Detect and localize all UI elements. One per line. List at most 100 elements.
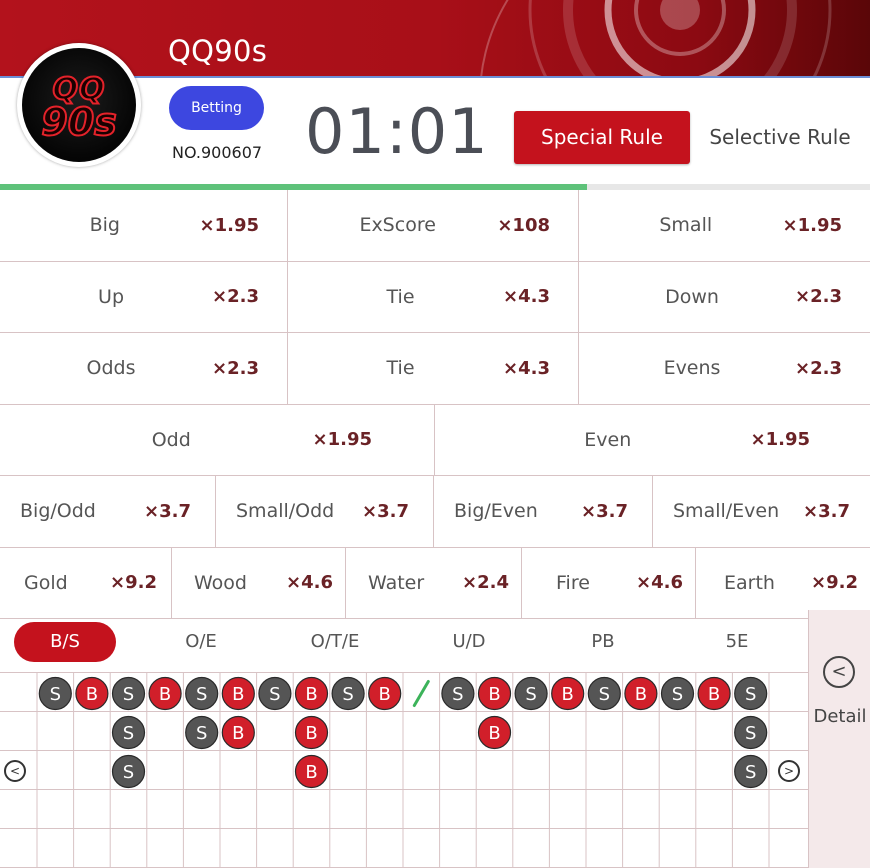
logo-text-bottom: 90s xyxy=(40,99,118,145)
bet-option-odd[interactable]: Odd ×1.95 xyxy=(0,404,435,475)
bet-name: Even xyxy=(584,428,632,451)
road-bead-label: S xyxy=(196,684,207,705)
bet-row: Odd ×1.95 Even ×1.95 xyxy=(0,404,870,476)
bet-option-small-odd[interactable]: Small/Odd ×3.7 xyxy=(216,476,434,547)
bet-options-grid: Big ×1.95 ExScore ×108 Small ×1.95 Up ×2… xyxy=(0,190,870,619)
bet-odds: ×4.6 xyxy=(636,572,683,594)
bet-name: Down xyxy=(665,285,719,308)
special-rule-button[interactable]: Special Rule xyxy=(514,111,690,164)
bet-odds: ×1.95 xyxy=(782,214,843,236)
road-bead-label: S xyxy=(50,684,61,705)
bet-option-fire[interactable]: Fire ×4.6 xyxy=(522,547,696,618)
road-bead-label: B xyxy=(305,684,317,705)
road-bead-label: B xyxy=(232,684,244,705)
bet-option-tie[interactable]: Tie ×4.3 xyxy=(288,261,579,332)
bet-name: Big/Even xyxy=(454,500,538,523)
bet-name: Odd xyxy=(151,428,191,451)
road-bead-label: B xyxy=(635,684,647,705)
road-bead-label: S xyxy=(123,684,134,705)
scroll-right-icon[interactable]: > xyxy=(778,760,800,782)
bet-option-small[interactable]: Small ×1.95 xyxy=(579,190,870,261)
bet-name: Tie xyxy=(386,285,415,308)
road-bead-label: S xyxy=(672,684,683,705)
bet-odds: ×1.95 xyxy=(750,429,811,451)
bet-odds: ×3.7 xyxy=(803,500,850,522)
road-bead-label: S xyxy=(196,723,207,744)
bet-option-small-even[interactable]: Small/Even ×3.7 xyxy=(653,476,870,547)
selective-rule-button[interactable]: Selective Rule xyxy=(705,111,855,164)
bet-name: Earth xyxy=(724,571,775,594)
road-bead-label: S xyxy=(123,762,134,783)
road-bead-label: B xyxy=(232,723,244,744)
logo-badge: QQ 90s xyxy=(22,48,136,162)
tab-ud[interactable]: U/D xyxy=(428,622,510,662)
road-bead-label: B xyxy=(379,684,391,705)
bet-row: Big ×1.95 ExScore ×108 Small ×1.95 xyxy=(0,190,870,262)
detail-panel[interactable]: < Detail xyxy=(808,610,870,868)
road-bead-label: B xyxy=(708,684,720,705)
scroll-left-icon[interactable]: < xyxy=(4,760,26,782)
tab-5e[interactable]: 5E xyxy=(696,622,778,662)
road-bead-label: S xyxy=(342,684,353,705)
bet-name: Big/Odd xyxy=(20,500,96,523)
bet-name: ExScore xyxy=(359,214,436,237)
bet-option-earth[interactable]: Earth ×9.2 xyxy=(696,548,870,619)
bet-option-water[interactable]: Water ×2.4 xyxy=(346,547,522,618)
road-bead-label: B xyxy=(159,684,171,705)
bet-option-odds[interactable]: Odds ×2.3 xyxy=(0,333,288,404)
bet-option-tie-2[interactable]: Tie ×4.3 xyxy=(288,333,579,404)
trend-road-grid: S B SSSB SSBBS BBBS B S BBS B S B S B SSS xyxy=(0,672,808,868)
road-bead-label: B xyxy=(86,684,98,705)
bet-row: Odds ×2.3 Tie ×4.3 Evens ×2.3 xyxy=(0,333,870,405)
bet-name: Big xyxy=(89,214,120,237)
tab-ote[interactable]: O/T/E xyxy=(292,622,378,662)
bet-name: Water xyxy=(368,571,425,594)
bet-option-wood[interactable]: Wood ×4.6 xyxy=(172,547,346,618)
bet-odds: ×108 xyxy=(497,214,550,236)
bet-option-big-even[interactable]: Big/Even ×3.7 xyxy=(434,476,653,547)
bet-odds: ×3.7 xyxy=(362,500,409,522)
bet-option-exscore[interactable]: ExScore ×108 xyxy=(288,190,579,261)
bet-name: Small xyxy=(659,214,713,237)
bet-name: Wood xyxy=(194,571,247,594)
bet-option-big[interactable]: Big ×1.95 xyxy=(0,190,288,261)
decorative-dial-graphic xyxy=(480,0,832,78)
bet-odds: ×2.4 xyxy=(462,572,509,594)
road-bead-label: B xyxy=(488,723,500,744)
bet-option-up[interactable]: Up ×2.3 xyxy=(0,261,288,332)
road-bead-label: B xyxy=(305,762,317,783)
trend-tabs: B/S O/E O/T/E U/D PB 5E xyxy=(0,610,808,674)
round-number: NO.900607 xyxy=(172,143,263,162)
bet-option-down[interactable]: Down ×2.3 xyxy=(579,262,870,333)
road-bead-label: B xyxy=(305,723,317,744)
bet-row: Gold ×9.2 Wood ×4.6 Water ×2.4 Fire ×4.6… xyxy=(0,547,870,619)
bet-option-gold[interactable]: Gold ×9.2 xyxy=(0,547,172,618)
bet-odds: ×4.6 xyxy=(286,572,333,594)
tab-bs[interactable]: B/S xyxy=(14,622,116,662)
bet-option-evens[interactable]: Evens ×2.3 xyxy=(579,333,870,404)
bet-name: Gold xyxy=(24,571,68,594)
bet-option-even[interactable]: Even ×1.95 xyxy=(435,405,870,476)
bet-odds: ×4.3 xyxy=(503,286,550,308)
road-bead-label: B xyxy=(488,684,500,705)
road-bead-label: S xyxy=(745,723,756,744)
countdown-timer: 01:01 xyxy=(305,95,489,168)
bet-odds: ×2.3 xyxy=(795,357,842,379)
bet-odds: ×3.7 xyxy=(144,500,191,522)
detail-label: Detail xyxy=(813,706,867,727)
bet-odds: ×9.2 xyxy=(110,572,157,594)
bet-name: Evens xyxy=(663,357,721,380)
bet-odds: ×9.2 xyxy=(811,572,858,594)
bet-name: Up xyxy=(98,285,124,308)
road-bead-label: S xyxy=(745,762,756,783)
tab-pb[interactable]: PB xyxy=(562,622,644,662)
chevron-left-icon[interactable]: < xyxy=(823,656,855,688)
bet-option-big-odd[interactable]: Big/Odd ×3.7 xyxy=(0,476,216,547)
status-badge: Betting xyxy=(169,86,264,130)
road-bead-label: B xyxy=(562,684,574,705)
bet-odds: ×1.95 xyxy=(199,214,260,236)
tab-oe[interactable]: O/E xyxy=(160,622,242,662)
bet-odds: ×1.95 xyxy=(312,429,373,451)
bet-name: Small/Even xyxy=(673,500,780,523)
header-banner xyxy=(0,0,870,78)
